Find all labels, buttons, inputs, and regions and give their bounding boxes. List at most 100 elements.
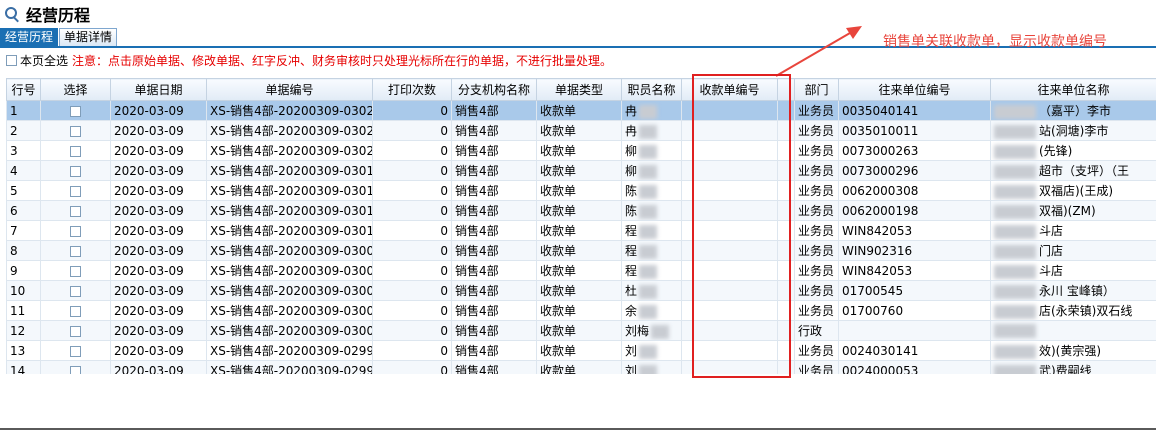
staff-cell[interactable]: 刘 bbox=[621, 360, 682, 374]
partner-code-cell[interactable]: 0062000308 bbox=[838, 180, 991, 201]
date-cell[interactable]: 2020-03-09 bbox=[110, 360, 207, 374]
doc-code-cell[interactable]: XS-销售4部-20200309-02996 bbox=[206, 360, 373, 374]
branch-cell[interactable]: 销售4部 bbox=[451, 320, 537, 341]
partner-name-cell[interactable]: 超市（支坪）（王 bbox=[990, 160, 1156, 181]
date-cell[interactable]: 2020-03-09 bbox=[110, 300, 207, 321]
branch-cell[interactable]: 销售4部 bbox=[451, 240, 537, 261]
doc-type-cell[interactable]: 收款单 bbox=[536, 260, 622, 281]
partner-code-cell[interactable]: WIN842053 bbox=[838, 220, 991, 241]
doc-type-cell[interactable]: 收款单 bbox=[536, 140, 622, 161]
receipt-code-cell[interactable] bbox=[681, 180, 778, 201]
branch-cell[interactable]: 销售4部 bbox=[451, 180, 537, 201]
print-count-cell[interactable]: 0 bbox=[372, 240, 452, 261]
branch-cell[interactable]: 销售4部 bbox=[451, 340, 537, 361]
department-cell[interactable]: 业务员 bbox=[794, 260, 839, 281]
print-count-cell[interactable]: 0 bbox=[372, 140, 452, 161]
staff-cell[interactable]: 陈 bbox=[621, 180, 682, 201]
doc-type-cell[interactable]: 收款单 bbox=[536, 120, 622, 141]
col-header-branch[interactable]: 分支机构名称 bbox=[451, 78, 537, 101]
row-checkbox[interactable] bbox=[70, 105, 81, 117]
receipt-code-cell[interactable] bbox=[681, 240, 778, 261]
row-number-cell[interactable]: 4 bbox=[6, 160, 41, 181]
partner-code-cell[interactable]: 0035010011 bbox=[838, 120, 991, 141]
date-cell[interactable]: 2020-03-09 bbox=[110, 220, 207, 241]
blank-cell[interactable] bbox=[777, 220, 795, 241]
branch-cell[interactable]: 销售4部 bbox=[451, 260, 537, 281]
doc-code-cell[interactable]: XS-销售4部-20200309-03006 bbox=[206, 260, 373, 281]
receipt-code-cell[interactable] bbox=[681, 200, 778, 221]
table-row[interactable]: 2 2020-03-09 XS-销售4部-20200309-03022 0 销售4部 收款… bbox=[6, 120, 1156, 141]
col-header-print-count[interactable]: 打印次数 bbox=[372, 78, 452, 101]
receipt-code-cell[interactable] bbox=[681, 120, 778, 141]
partner-code-cell[interactable]: 0073000263 bbox=[838, 140, 991, 161]
print-count-cell[interactable]: 0 bbox=[372, 360, 452, 374]
col-header-date[interactable]: 单据日期 bbox=[110, 78, 207, 101]
date-cell[interactable]: 2020-03-09 bbox=[110, 240, 207, 261]
partner-code-cell[interactable]: 01700545 bbox=[838, 280, 991, 301]
doc-type-cell[interactable]: 收款单 bbox=[536, 240, 622, 261]
receipt-code-cell[interactable] bbox=[681, 100, 778, 121]
row-checkbox[interactable] bbox=[70, 205, 81, 217]
partner-code-cell[interactable]: WIN842053 bbox=[838, 260, 991, 281]
row-checkbox[interactable] bbox=[70, 365, 81, 374]
row-checkbox[interactable] bbox=[70, 265, 81, 277]
date-cell[interactable]: 2020-03-09 bbox=[110, 340, 207, 361]
table-row[interactable]: 8 2020-03-09 XS-销售4部-20200309-03008 0 销售4部 收款… bbox=[6, 240, 1156, 261]
blank-cell[interactable] bbox=[777, 140, 795, 161]
date-cell[interactable]: 2020-03-09 bbox=[110, 280, 207, 301]
partner-code-cell[interactable]: 0035040141 bbox=[838, 100, 991, 121]
table-row[interactable]: 5 2020-03-09 XS-销售4部-20200309-03016 0 销售4部 收款… bbox=[6, 180, 1156, 201]
row-number-cell[interactable]: 14 bbox=[6, 360, 41, 374]
doc-code-cell[interactable]: XS-销售4部-20200309-03000 bbox=[206, 320, 373, 341]
doc-type-cell[interactable]: 收款单 bbox=[536, 180, 622, 201]
row-checkbox[interactable] bbox=[70, 165, 81, 177]
date-cell[interactable]: 2020-03-09 bbox=[110, 200, 207, 221]
row-number-cell[interactable]: 10 bbox=[6, 280, 41, 301]
department-cell[interactable]: 业务员 bbox=[794, 100, 839, 121]
doc-type-cell[interactable]: 收款单 bbox=[536, 360, 622, 374]
department-cell[interactable]: 业务员 bbox=[794, 140, 839, 161]
tab-business-history[interactable]: 经营历程 bbox=[0, 28, 59, 46]
table-row[interactable]: 4 2020-03-09 XS-销售4部-20200309-03018 0 销售4部 收款… bbox=[6, 160, 1156, 181]
staff-cell[interactable]: 余 bbox=[621, 300, 682, 321]
partner-code-cell[interactable]: 01700760 bbox=[838, 300, 991, 321]
doc-type-cell[interactable]: 收款单 bbox=[536, 160, 622, 181]
row-checkbox[interactable] bbox=[70, 125, 81, 137]
partner-name-cell[interactable]: 双福店)(王成) bbox=[990, 180, 1156, 201]
branch-cell[interactable]: 销售4部 bbox=[451, 160, 537, 181]
blank-cell[interactable] bbox=[777, 320, 795, 341]
blank-cell[interactable] bbox=[777, 180, 795, 201]
staff-cell[interactable]: 陈 bbox=[621, 200, 682, 221]
row-checkbox[interactable] bbox=[70, 305, 81, 317]
branch-cell[interactable]: 销售4部 bbox=[451, 220, 537, 241]
partner-name-cell[interactable] bbox=[990, 320, 1156, 341]
doc-type-cell[interactable]: 收款单 bbox=[536, 320, 622, 341]
receipt-code-cell[interactable] bbox=[681, 320, 778, 341]
department-cell[interactable]: 业务员 bbox=[794, 300, 839, 321]
row-number-cell[interactable]: 11 bbox=[6, 300, 41, 321]
col-header-partner-code[interactable]: 往来单位编号 bbox=[838, 78, 991, 101]
print-count-cell[interactable]: 0 bbox=[372, 320, 452, 341]
partner-name-cell[interactable]: 斗店 bbox=[990, 260, 1156, 281]
partner-code-cell[interactable]: 0062000198 bbox=[838, 200, 991, 221]
receipt-code-cell[interactable] bbox=[681, 160, 778, 181]
table-row[interactable]: 12 2020-03-09 XS-销售4部-20200309-03000 0 销售4部 收… bbox=[6, 320, 1156, 341]
col-header-doc-code[interactable]: 单据编号 bbox=[206, 78, 373, 101]
blank-cell[interactable] bbox=[777, 260, 795, 281]
department-cell[interactable]: 业务员 bbox=[794, 340, 839, 361]
receipt-code-cell[interactable] bbox=[681, 300, 778, 321]
partner-code-cell[interactable]: 0073000296 bbox=[838, 160, 991, 181]
row-number-cell[interactable]: 9 bbox=[6, 260, 41, 281]
blank-cell[interactable] bbox=[777, 300, 795, 321]
branch-cell[interactable]: 销售4部 bbox=[451, 140, 537, 161]
staff-cell[interactable]: 刘梅 bbox=[621, 320, 682, 341]
doc-code-cell[interactable]: XS-销售4部-20200309-03016 bbox=[206, 180, 373, 201]
blank-cell[interactable] bbox=[777, 240, 795, 261]
partner-name-cell[interactable]: (先锋) bbox=[990, 140, 1156, 161]
row-number-cell[interactable]: 5 bbox=[6, 180, 41, 201]
blank-cell[interactable] bbox=[777, 360, 795, 374]
doc-code-cell[interactable]: XS-销售4部-20200309-03004 bbox=[206, 280, 373, 301]
row-number-cell[interactable]: 8 bbox=[6, 240, 41, 261]
branch-cell[interactable]: 销售4部 bbox=[451, 120, 537, 141]
row-checkbox[interactable] bbox=[70, 285, 81, 297]
